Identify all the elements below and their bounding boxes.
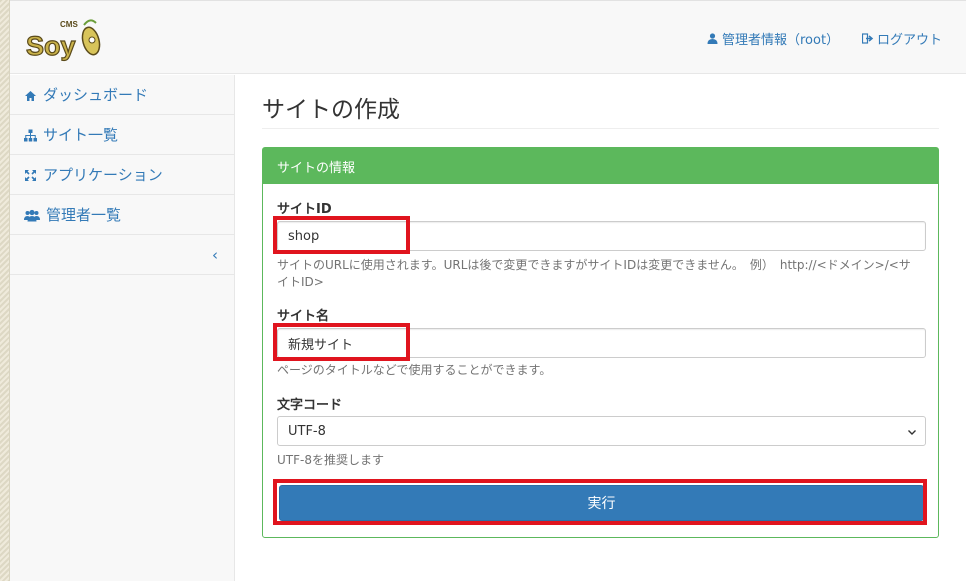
charset-select[interactable]: UTF-8 xyxy=(277,416,926,446)
expand-icon xyxy=(24,168,37,181)
charset-help: UTF-8を推奨します xyxy=(277,453,384,467)
soy-cms-logo[interactable]: CMS Soy xyxy=(24,15,104,63)
sidebar-item-label: ダッシュボード xyxy=(43,86,149,104)
sidebar-item-admins[interactable]: 管理者一覧 xyxy=(10,195,234,235)
svg-text:CMS: CMS xyxy=(60,20,78,29)
submit-button[interactable]: 実行 xyxy=(279,485,924,521)
sidebar-item-label: 管理者一覧 xyxy=(46,206,122,224)
site-info-panel: サイトの情報 サイトID サイトのURLに使用されます。URLは後で変更できます… xyxy=(262,147,939,538)
logout-link[interactable]: ログアウト xyxy=(861,29,943,48)
page-title: サイトの作成 xyxy=(262,97,400,123)
sitemap-icon xyxy=(24,128,37,142)
title-divider xyxy=(262,128,939,129)
logout-label: ログアウト xyxy=(877,33,943,48)
site-name-input[interactable] xyxy=(277,328,926,358)
sidebar-collapse-button[interactable]: ‹ xyxy=(10,235,234,275)
sidebar-item-dashboard[interactable]: ダッシュボード xyxy=(10,75,234,115)
admin-info-label: 管理者情報（root） xyxy=(722,33,840,48)
sidebar-item-label: アプリケーション xyxy=(43,166,163,184)
site-id-label: サイトID xyxy=(277,202,332,217)
site-name-label: サイト名 xyxy=(277,309,330,324)
decorative-edge-stripe xyxy=(0,0,10,581)
chevron-down-icon xyxy=(907,426,917,436)
top-navbar: CMS Soy 管理者情報（root） ログアウト xyxy=(10,0,966,74)
site-name-help: ページのタイトルなどで使用することができます。 xyxy=(277,363,552,377)
users-icon xyxy=(24,208,40,222)
home-icon xyxy=(24,88,37,101)
sidebar-item-applications[interactable]: アプリケーション xyxy=(10,155,234,195)
svg-text:Soy: Soy xyxy=(26,31,76,61)
sign-out-icon xyxy=(861,33,874,44)
chevron-left-icon: ‹ xyxy=(212,245,218,264)
charset-label: 文字コード xyxy=(277,398,343,413)
admin-info-link[interactable]: 管理者情報（root） xyxy=(707,29,839,48)
sidebar-item-label: サイト一覧 xyxy=(43,126,119,144)
sidebar-item-site-list[interactable]: サイト一覧 xyxy=(10,115,234,155)
site-id-help: サイトのURLに使用されます。URLは後で変更できますがサイトIDは変更できませ… xyxy=(277,258,911,289)
panel-heading: サイトの情報 xyxy=(263,148,938,184)
user-icon xyxy=(707,33,718,44)
charset-selected-value: UTF-8 xyxy=(288,423,326,439)
site-id-input[interactable] xyxy=(277,221,926,251)
sidebar-nav: ダッシュボード サイト一覧 アプリケーション 管理者一覧 ‹ xyxy=(10,75,235,581)
